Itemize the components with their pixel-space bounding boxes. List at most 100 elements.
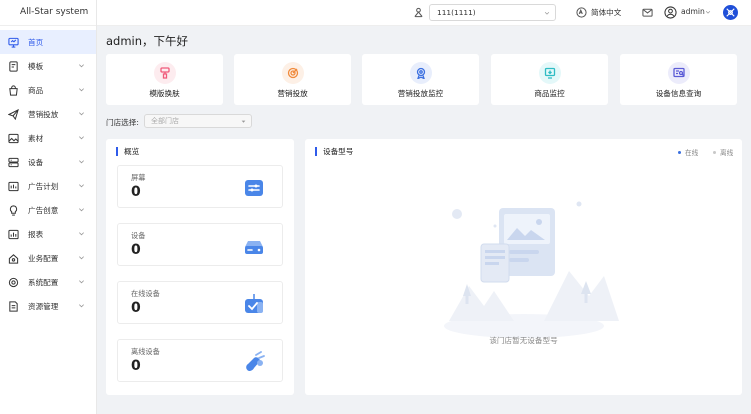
brush-icon bbox=[153, 62, 176, 84]
brand-logo-icon[interactable] bbox=[723, 5, 738, 20]
language-icon[interactable] bbox=[576, 7, 587, 18]
device-search-icon bbox=[667, 62, 690, 84]
chevron-down-icon bbox=[79, 112, 84, 116]
bulb-icon bbox=[8, 204, 19, 216]
sidebar-item-label: 模板 bbox=[28, 61, 44, 71]
sidebar-item-device[interactable]: 设备 bbox=[0, 150, 96, 174]
quick-link-label: 模版换肤 bbox=[149, 89, 180, 98]
ad-plan-icon bbox=[8, 181, 19, 192]
sidebar-item-home[interactable]: 首页 bbox=[0, 30, 96, 54]
quick-link-marketing[interactable]: 营销投放 bbox=[234, 54, 351, 105]
screen-icon bbox=[245, 180, 263, 196]
device-model-panel: 设备型号 在线 离线 该门店暂无设备型号 bbox=[305, 139, 742, 395]
caret-down-icon bbox=[241, 120, 246, 123]
quick-link-label: 商品监控 bbox=[534, 89, 565, 98]
store-filter-select[interactable]: 全部门店 bbox=[144, 114, 252, 128]
store-filter-label: 门店选择: bbox=[106, 118, 139, 127]
user-name[interactable]: admin bbox=[681, 7, 705, 16]
chevron-down-icon bbox=[79, 88, 84, 92]
sidebar-item-ad-creative[interactable]: 广告创意 bbox=[0, 198, 96, 222]
quick-link-label: 营销投放 bbox=[277, 89, 308, 98]
sidebar-item-label: 广告计划 bbox=[28, 181, 59, 191]
chevron-down-icon bbox=[79, 136, 84, 140]
chart-icon bbox=[8, 229, 19, 240]
business-icon bbox=[8, 253, 19, 264]
stat-card-device[interactable]: 设备 0 bbox=[117, 223, 283, 266]
sidebar-item-goods[interactable]: 商品 bbox=[0, 78, 96, 102]
legend-item-offline[interactable]: 离线 bbox=[713, 147, 733, 157]
greeting: admin，下午好 bbox=[106, 34, 189, 48]
sidebar-item-report[interactable]: 报表 bbox=[0, 222, 96, 246]
sidebar-item-marketing[interactable]: 营销投放 bbox=[0, 102, 96, 126]
chevron-down-icon bbox=[79, 280, 84, 284]
store-icon bbox=[414, 7, 423, 18]
device-icon bbox=[8, 157, 19, 168]
image-icon bbox=[8, 133, 19, 144]
stat-label: 在线设备 bbox=[131, 289, 160, 298]
avatar[interactable] bbox=[664, 6, 677, 19]
quick-link-label: 营销投放监控 bbox=[397, 89, 444, 98]
online-device-icon bbox=[245, 294, 263, 313]
send-icon bbox=[8, 108, 19, 120]
goods-icon bbox=[8, 84, 19, 96]
language-switch[interactable]: 简体中文 bbox=[591, 7, 621, 18]
quick-link-label: 设备信息查询 bbox=[655, 89, 702, 98]
sidebar-item-label: 广告创意 bbox=[28, 205, 59, 215]
sidebar-item-ad-plan[interactable]: 广告计划 bbox=[0, 174, 96, 198]
offline-device-icon bbox=[246, 351, 265, 371]
sidebar-item-label: 素材 bbox=[28, 133, 44, 143]
sidebar: All-Star system 首页 模板 商品 营销投放 素材 设备 广告计划… bbox=[0, 0, 97, 414]
resource-icon bbox=[8, 300, 19, 312]
monitor-badge-icon bbox=[409, 62, 432, 84]
quick-link-marketing-monitor[interactable]: 营销投放监控 bbox=[362, 54, 479, 105]
stat-card-screen[interactable]: 屏幕 0 bbox=[117, 165, 283, 208]
sidebar-item-label: 商品 bbox=[28, 85, 44, 95]
empty-state-illustration bbox=[444, 201, 619, 338]
template-icon bbox=[8, 60, 19, 72]
store-switch-select[interactable]: 111(1111) bbox=[429, 4, 556, 21]
store-filter-placeholder: 全部门店 bbox=[151, 117, 179, 125]
stat-card-offline-device[interactable]: 离线设备 0 bbox=[117, 339, 283, 382]
stat-card-online-device[interactable]: 在线设备 0 bbox=[117, 281, 283, 324]
chevron-down-icon[interactable] bbox=[705, 9, 711, 15]
stat-value: 0 bbox=[131, 242, 141, 258]
chevron-down-icon bbox=[79, 256, 84, 260]
mail-icon[interactable] bbox=[642, 7, 653, 18]
sidebar-item-resource[interactable]: 资源管理 bbox=[0, 294, 96, 318]
chevron-down-icon bbox=[79, 232, 84, 236]
legend-dot bbox=[713, 150, 716, 154]
overview-panel: 概览 屏幕 0 设备 0 在线设备 0 离线设备 0 bbox=[106, 139, 294, 395]
stat-value: 0 bbox=[131, 184, 141, 200]
sidebar-item-label: 营销投放 bbox=[28, 109, 59, 119]
chevron-down-icon bbox=[544, 11, 550, 15]
legend-item-online[interactable]: 在线 bbox=[678, 147, 698, 157]
top-header: 111(1111) 简体中文 admin bbox=[97, 0, 751, 26]
quick-link-goods-monitor[interactable]: 商品监控 bbox=[491, 54, 608, 105]
quick-link-device-search[interactable]: 设备信息查询 bbox=[620, 54, 737, 105]
sidebar-item-system-config[interactable]: 系统配置 bbox=[0, 270, 96, 294]
stat-value: 0 bbox=[131, 300, 141, 316]
sidebar-item-label: 业务配置 bbox=[28, 253, 59, 263]
sidebar-item-material[interactable]: 素材 bbox=[0, 126, 96, 150]
stat-value: 0 bbox=[131, 358, 141, 374]
quick-link-template-skin[interactable]: 模版换肤 bbox=[106, 54, 223, 105]
chevron-down-icon bbox=[79, 64, 84, 68]
sidebar-item-label: 报表 bbox=[28, 229, 44, 239]
chevron-down-icon bbox=[79, 184, 84, 188]
overview-title: 概览 bbox=[116, 147, 139, 156]
legend-label: 在线 bbox=[685, 149, 699, 157]
chevron-down-icon bbox=[79, 208, 84, 212]
settings-icon bbox=[8, 277, 19, 288]
app-title: All-Star system bbox=[0, 0, 96, 26]
sidebar-item-label: 资源管理 bbox=[28, 301, 59, 311]
device-box-icon bbox=[245, 241, 263, 254]
empty-state-text: 该门店暂无设备型号 bbox=[489, 336, 558, 345]
device-model-title: 设备型号 bbox=[315, 147, 353, 156]
chevron-down-icon bbox=[79, 160, 84, 164]
sidebar-item-label: 系统配置 bbox=[28, 277, 59, 287]
sidebar-menu: 首页 模板 商品 营销投放 素材 设备 广告计划 广告创意 报表 业务配置 系统… bbox=[0, 30, 96, 318]
stat-label: 屏幕 bbox=[131, 173, 146, 182]
legend-label: 离线 bbox=[720, 149, 734, 157]
sidebar-item-template[interactable]: 模板 bbox=[0, 54, 96, 78]
sidebar-item-business-config[interactable]: 业务配置 bbox=[0, 246, 96, 270]
